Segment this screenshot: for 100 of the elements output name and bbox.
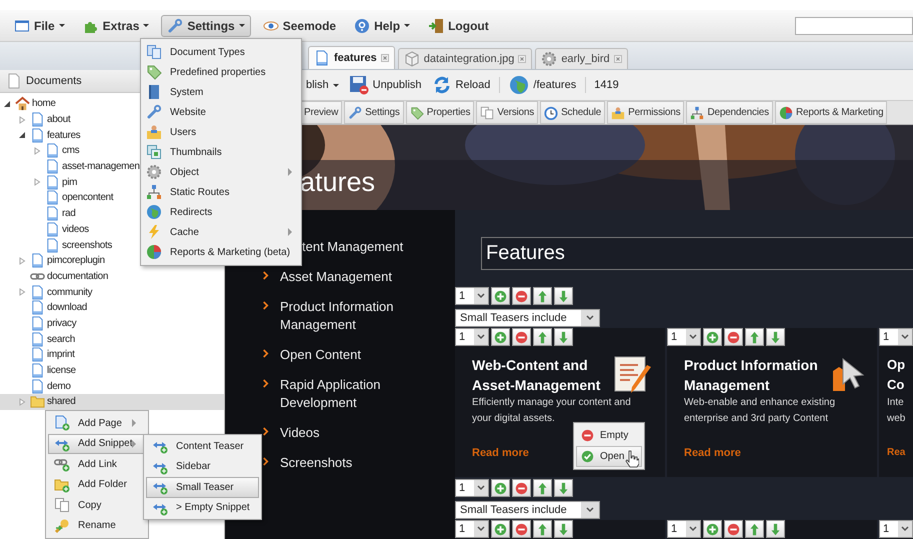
remove-button[interactable]	[512, 520, 531, 538]
menu-item[interactable]: Open	[576, 446, 642, 467]
menu-button[interactable]: Seemode	[256, 14, 342, 36]
menu-item[interactable]: Redirects	[141, 202, 301, 222]
read-more-link[interactable]: Read more	[684, 447, 741, 459]
menu-button[interactable]: Help	[348, 14, 416, 36]
editor-tab[interactable]: Preview	[300, 101, 342, 124]
menu-item[interactable]: Add Folder	[48, 474, 146, 495]
close-icon[interactable]	[380, 54, 389, 62]
remove-button[interactable]	[512, 479, 531, 497]
publish-button[interactable]: blish	[305, 78, 340, 92]
nav-link[interactable]: Videos	[280, 424, 420, 442]
read-more-link[interactable]: Read more	[472, 447, 529, 459]
search-field[interactable]	[795, 16, 913, 34]
include-select[interactable]: Small Teasers include	[455, 501, 600, 519]
close-icon[interactable]	[614, 55, 622, 63]
tree-item[interactable]: demo	[0, 378, 224, 394]
number-select[interactable]: 1	[879, 520, 913, 538]
menu-item[interactable]: System	[141, 82, 301, 102]
move-down-button[interactable]	[554, 520, 573, 538]
number-select[interactable]: 1	[455, 328, 489, 346]
menu-item[interactable]: Predefined properties	[141, 62, 301, 82]
move-down-button[interactable]	[554, 479, 573, 497]
number-select[interactable]: 1	[455, 287, 489, 305]
menu-item[interactable]: Add Link	[48, 454, 146, 474]
add-button[interactable]	[703, 328, 722, 346]
menu-item[interactable]: Add Page	[48, 413, 146, 434]
number-select[interactable]: 1	[455, 520, 489, 538]
tree-item[interactable]: shared	[0, 394, 224, 410]
nav-link[interactable]: Open Content	[280, 346, 420, 364]
editor-tab[interactable]: Properties	[406, 101, 474, 124]
menu-item[interactable]: Document Types	[141, 42, 301, 62]
open-path-button[interactable]: /features	[508, 74, 578, 96]
editor-tab[interactable]: Schedule	[540, 101, 606, 124]
add-button[interactable]	[491, 479, 510, 497]
document-tab[interactable]: early_bird	[535, 48, 628, 69]
move-up-button[interactable]	[745, 520, 764, 538]
remove-button[interactable]	[512, 328, 531, 346]
menu-button[interactable]: Logout	[422, 14, 495, 36]
remove-button[interactable]	[724, 328, 743, 346]
menu-item[interactable]: Object	[141, 162, 301, 182]
include-select[interactable]: Small Teasers include	[455, 309, 600, 327]
move-down-button[interactable]	[766, 328, 785, 346]
menu-button[interactable]: Settings	[161, 14, 251, 36]
add-button[interactable]	[491, 520, 510, 538]
editor-tab[interactable]: Versions	[476, 101, 538, 124]
nav-link[interactable]: Product Information Management	[280, 298, 420, 334]
menu-item[interactable]: > Empty Snippet	[146, 498, 259, 518]
move-up-button[interactable]	[533, 479, 552, 497]
document-tab[interactable]: dataintegration.jpg	[398, 48, 532, 69]
move-up-button[interactable]	[533, 520, 552, 538]
tree-item[interactable]: community	[0, 284, 224, 300]
nav-link[interactable]: Rapid Application Development	[280, 376, 420, 412]
add-button[interactable]	[491, 287, 510, 305]
close-icon[interactable]	[518, 55, 526, 63]
number-select[interactable]: 1	[667, 328, 701, 346]
add-button[interactable]	[703, 520, 722, 538]
document-tab[interactable]: features	[308, 46, 395, 69]
expander-icon[interactable]	[3, 100, 11, 108]
tree-item[interactable]: imprint	[0, 347, 224, 363]
read-more-link[interactable]: Rea	[887, 447, 906, 458]
editor-tab[interactable]: Settings	[344, 101, 404, 124]
number-select[interactable]: 1	[455, 479, 489, 497]
menu-item[interactable]: Empty	[576, 425, 642, 446]
tree-item[interactable]: search	[0, 331, 224, 347]
tree-item[interactable]: download	[0, 300, 224, 316]
menu-item[interactable]: Website	[141, 102, 301, 122]
menu-item[interactable]: Reports & Marketing (beta)	[141, 242, 301, 262]
move-down-button[interactable]	[766, 520, 785, 538]
tree-item[interactable]: documentation	[0, 268, 224, 284]
tree-item[interactable]: privacy	[0, 316, 224, 332]
move-up-button[interactable]	[533, 328, 552, 346]
menu-item[interactable]: Cache	[141, 222, 301, 242]
menu-item[interactable]: Copy	[48, 495, 146, 516]
menu-button[interactable]: Extras	[76, 14, 156, 36]
add-button[interactable]	[491, 328, 510, 346]
editor-tab[interactable]: Reports & Marketing	[774, 101, 888, 124]
menu-item[interactable]: Content Teaser	[146, 436, 259, 456]
move-up-button[interactable]	[533, 287, 552, 305]
menu-item[interactable]: Thumbnails	[141, 142, 301, 162]
move-up-button[interactable]	[745, 328, 764, 346]
menu-item[interactable]: Users	[141, 122, 301, 142]
remove-button[interactable]	[724, 520, 743, 538]
menu-button[interactable]: File	[8, 14, 71, 36]
remove-button[interactable]	[512, 287, 531, 305]
unpublish-button[interactable]: Unpublish	[348, 74, 423, 96]
title-field[interactable]: Features	[481, 237, 913, 270]
menu-item[interactable]: Add Snippet	[48, 434, 146, 454]
move-down-button[interactable]	[554, 328, 573, 346]
reload-button[interactable]: Reload	[430, 74, 492, 96]
menu-item[interactable]: Small Teaser	[146, 477, 259, 498]
tree-item[interactable]: license	[0, 362, 224, 378]
nav-link[interactable]: Screenshots	[280, 454, 420, 472]
editor-tab[interactable]: Dependencies	[686, 101, 773, 124]
move-down-button[interactable]	[554, 287, 573, 305]
nav-link[interactable]: Asset Management	[280, 268, 420, 286]
menu-item[interactable]: Rename	[48, 516, 146, 536]
number-select[interactable]: 1	[667, 520, 701, 538]
menu-item[interactable]: Sidebar	[146, 456, 259, 477]
menu-item[interactable]: Static Routes	[141, 182, 301, 202]
